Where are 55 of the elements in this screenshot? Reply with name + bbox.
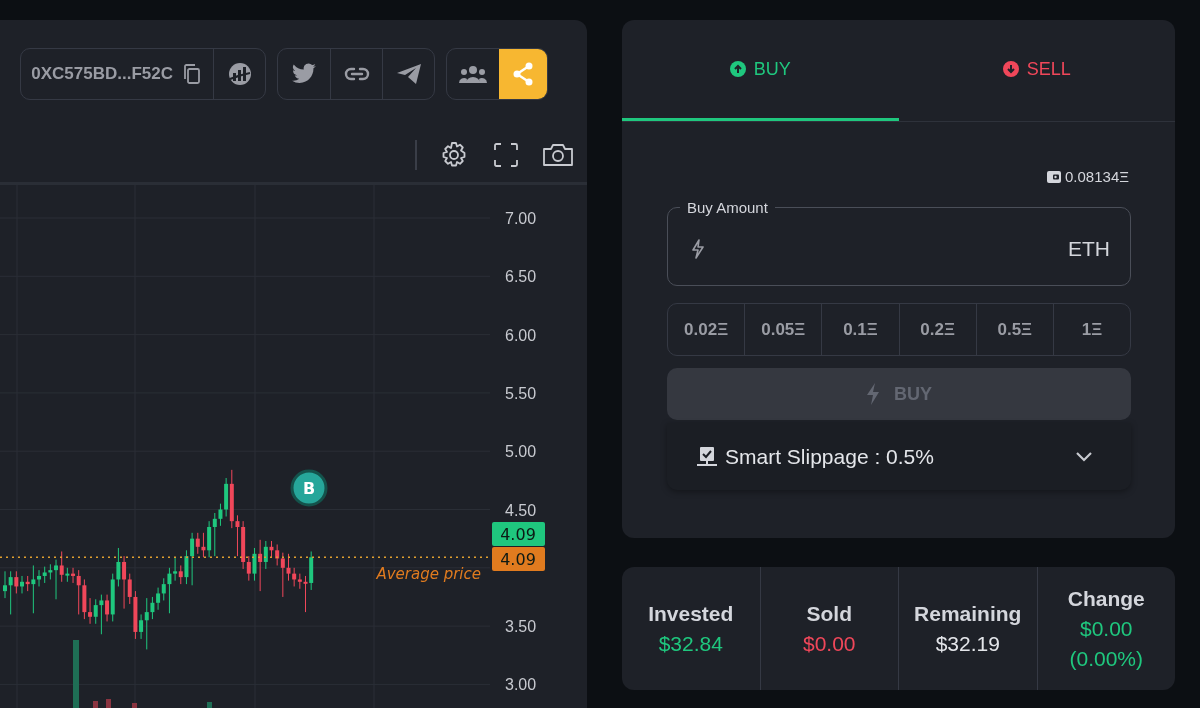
stat-percent: (0.00%) (1069, 646, 1143, 671)
stat-label: Sold (806, 601, 852, 626)
y-axis-label: 3.50 (505, 618, 537, 636)
stat-label: Remaining (914, 601, 1022, 626)
chevron-icon (1075, 451, 1093, 462)
stat-value: $32.84 (658, 631, 723, 656)
bolt-icon (866, 382, 880, 406)
y-axis-label: 5.00 (505, 443, 537, 461)
arrow-up-icon (729, 61, 746, 77)
paper-plane-icon (395, 63, 422, 85)
preset-amount-button[interactable]: 0.5Ξ (975, 304, 1053, 355)
stat-value: $0.00 (802, 631, 856, 656)
preset-amount-button[interactable]: 0.05Ξ (744, 304, 822, 355)
average-price-label: Average price (376, 565, 481, 583)
stat-label: Change (1067, 586, 1145, 611)
wallet-icon (1047, 170, 1061, 183)
stat-value: $0.00 (1079, 616, 1133, 641)
volume-bar (132, 703, 137, 708)
arrow-down-icon (1002, 61, 1019, 77)
bolt-icon (692, 239, 704, 259)
preset-amount-button[interactable]: 0.02Ξ (668, 304, 745, 355)
copy-address-button[interactable]: 0XC575BD...F52C (21, 49, 213, 99)
fullscreen-icon (494, 143, 518, 167)
stat-value: $32.19 (935, 631, 1000, 656)
camera-icon (542, 143, 574, 167)
share-icon (512, 62, 534, 86)
slippage-dropdown[interactable]: Smart Slippage : 0.5% (667, 423, 1131, 490)
trade-tab[interactable]: SELL (898, 20, 1175, 121)
preset-amount-button[interactable]: 1Ξ (1052, 304, 1130, 355)
screenshot-button[interactable] (541, 143, 575, 167)
stat-label: Invested (648, 601, 734, 626)
chart-logo-icon (227, 62, 252, 86)
link-icon (343, 67, 370, 81)
copy-icon (183, 64, 201, 84)
y-axis-label: 3.00 (505, 676, 537, 694)
price-tag: 4.09 (492, 522, 545, 546)
preset-amount-button[interactable]: 0.2Ξ (898, 304, 976, 355)
y-axis-label: 6.00 (505, 326, 537, 344)
monitor-check-icon (697, 445, 717, 468)
volume-bar (207, 702, 212, 708)
people-icon (459, 65, 487, 83)
volume-bar (93, 701, 98, 708)
volume-bar (73, 640, 79, 708)
bird-icon (291, 63, 317, 85)
settings-icon (440, 141, 468, 169)
wallet-balance: 0.08134Ξ (1065, 168, 1129, 185)
trade-tab[interactable]: BUY (622, 20, 899, 121)
y-axis-label: 7.00 (505, 210, 537, 227)
price-tag: 4.09 (492, 547, 545, 571)
buy-marker: B (290, 469, 328, 507)
y-axis-label: 6.50 (505, 268, 537, 286)
y-axis-label: 4.50 (505, 501, 537, 519)
preset-amount-button[interactable]: 0.1Ξ (821, 304, 899, 355)
y-axis-label: 5.50 (505, 384, 537, 402)
volume-bar (106, 699, 111, 708)
